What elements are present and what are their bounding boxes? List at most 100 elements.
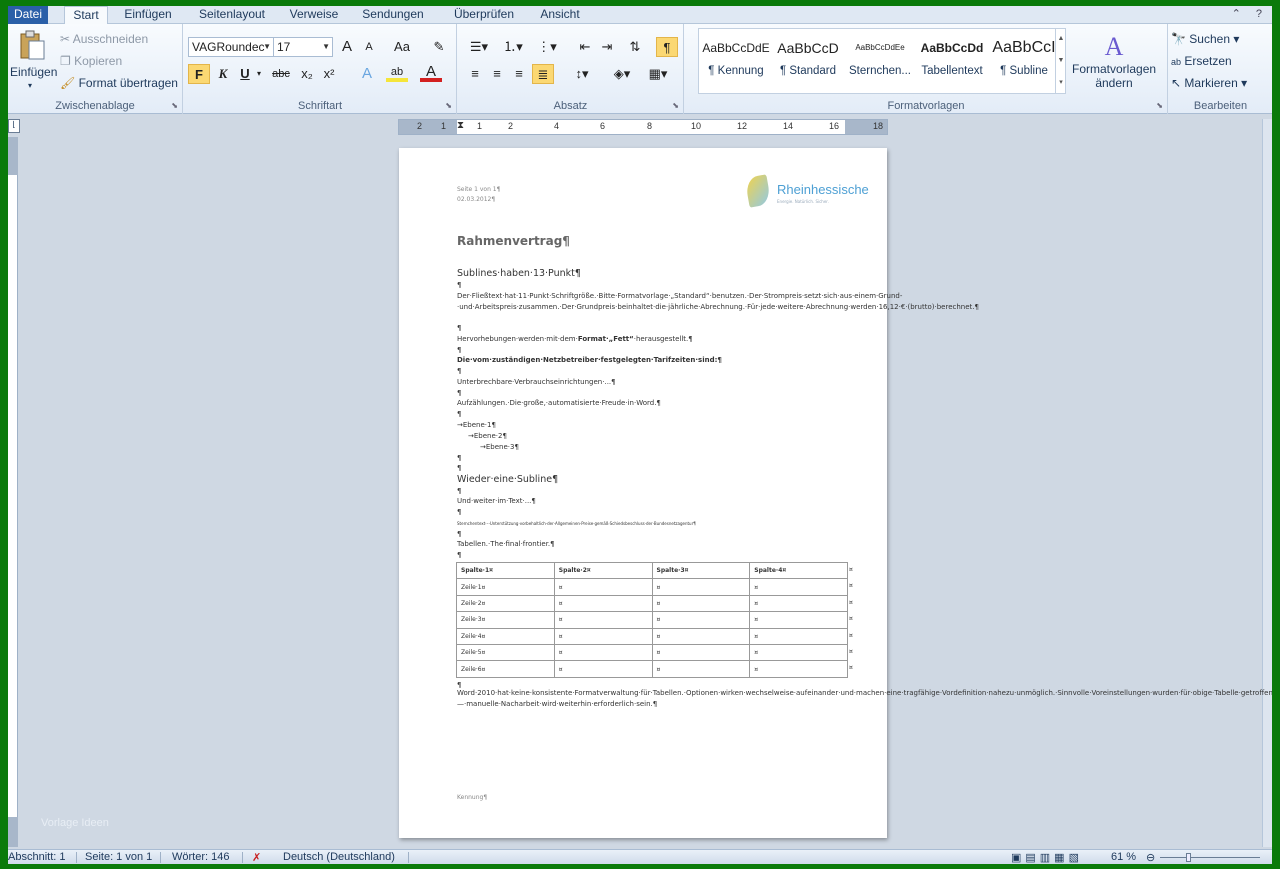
underline-button[interactable]: U	[234, 64, 256, 84]
table-cell[interactable]: ¤	[749, 643, 848, 662]
tab-mailings[interactable]: Sendungen	[358, 6, 428, 24]
style-tabellentext[interactable]: AaBbCcDd Tabellentext	[916, 31, 988, 91]
table-cell[interactable]: ¤	[651, 627, 751, 645]
vertical-scrollbar[interactable]	[1262, 119, 1272, 847]
style-sternchen[interactable]: AaBbCcDdEe Sternchen...	[844, 31, 916, 91]
table-cell[interactable]: ¤	[749, 627, 848, 645]
table-cell[interactable]: ¤	[651, 578, 751, 596]
table-header-cell[interactable]: Spalte·4¤	[749, 561, 848, 580]
styles-scroll[interactable]: ▲ ▼ ▾	[1055, 28, 1066, 94]
table-cell[interactable]: ¤	[651, 611, 751, 629]
style-standard[interactable]: AaBbCcD ¶ Standard	[772, 31, 844, 91]
tab-review[interactable]: Überprüfen	[446, 6, 522, 24]
font-name-combo[interactable]: VAGRoundec ▼	[188, 37, 274, 57]
dialog-launcher-icon[interactable]: ⬊	[171, 101, 178, 110]
table-cell[interactable]: ¤	[553, 627, 653, 645]
chevron-down-icon[interactable]: ▾	[254, 64, 264, 84]
font-size-combo[interactable]: 17 ▼	[273, 37, 333, 57]
proofing-error-icon[interactable]: ✗	[252, 851, 261, 864]
table-cell[interactable]: ¤	[553, 611, 653, 629]
bullets-icon[interactable]: ☰▾	[464, 37, 494, 57]
cut-button[interactable]: ✂ Ausschneiden	[60, 32, 148, 46]
table-cell[interactable]: ¤	[749, 594, 848, 613]
bold-button[interactable]: F	[188, 64, 210, 84]
dialog-launcher-icon[interactable]: ⬊	[672, 101, 679, 110]
clear-formatting-icon[interactable]: ✎	[428, 37, 450, 57]
shrink-font-button[interactable]: A	[358, 37, 380, 57]
numbering-icon[interactable]: ⒈▾	[498, 37, 528, 57]
status-zoom[interactable]: 61 %	[1111, 851, 1136, 863]
decrease-indent-icon[interactable]: ⇤	[574, 37, 596, 57]
table-cell[interactable]: Zeile·3¤	[456, 611, 555, 629]
table-cell[interactable]: ¤	[651, 643, 751, 662]
shading-icon[interactable]: ◈▾	[608, 64, 636, 84]
table-cell[interactable]: ¤	[749, 660, 848, 678]
tab-insert[interactable]: Einfügen	[118, 6, 178, 24]
justify-icon[interactable]: ≣	[532, 64, 554, 84]
text-effects-button[interactable]: A	[356, 64, 378, 84]
table-cell[interactable]: ¤	[553, 578, 653, 596]
table-cell[interactable]: ¤	[749, 611, 848, 629]
table-header-cell[interactable]: Spalte·3¤	[651, 561, 751, 580]
table-cell[interactable]: ¤	[651, 594, 751, 613]
style-kennung[interactable]: AaBbCcDdE ¶ Kennung	[700, 31, 772, 91]
align-right-icon[interactable]: ≡	[508, 64, 530, 84]
italic-button[interactable]: K	[212, 64, 234, 84]
line-spacing-icon[interactable]: ↕▾	[568, 64, 596, 84]
view-buttons-icon[interactable]: ▣▤▥▦▧	[1011, 851, 1083, 864]
document-table[interactable]: Spalte·1¤ Spalte·2¤ Spalte·3¤ Spalte·4¤ …	[456, 561, 848, 678]
superscript-button[interactable]: x²	[318, 64, 340, 84]
zoom-out-icon[interactable]: ⊖	[1146, 851, 1155, 864]
status-section[interactable]: Abschnitt: 1	[8, 851, 65, 863]
tab-file[interactable]: Datei	[8, 6, 48, 24]
style-subline[interactable]: AaBbCcI ¶ Subline	[988, 31, 1060, 91]
highlight-button[interactable]: ab	[386, 64, 408, 82]
strikethrough-button[interactable]: abc	[268, 64, 294, 84]
tab-page-layout[interactable]: Seitenlayout	[192, 6, 272, 24]
multilevel-list-icon[interactable]: ⋮▾	[532, 37, 562, 57]
borders-icon[interactable]: ▦▾	[644, 64, 672, 84]
select-button[interactable]: ↖ Markieren ▾	[1171, 76, 1247, 90]
paste-icon[interactable]	[18, 30, 46, 60]
table-header-cell[interactable]: Spalte·1¤	[456, 561, 555, 580]
subscript-button[interactable]: x₂	[296, 64, 318, 84]
table-cell[interactable]: ¤	[553, 594, 653, 613]
change-styles-button[interactable]: A Formatvorlagen ändern	[1072, 32, 1156, 90]
show-formatting-button[interactable]: ¶	[656, 37, 678, 57]
sort-icon[interactable]: ⇅	[624, 37, 646, 57]
replace-button[interactable]: ab Ersetzen	[1171, 54, 1232, 68]
increase-indent-icon[interactable]: ⇥	[596, 37, 618, 57]
align-center-icon[interactable]: ≡	[486, 64, 508, 84]
indent-marker-icon[interactable]: ⧗	[457, 120, 464, 131]
table-cell[interactable]: Zeile·4¤	[456, 627, 555, 645]
grow-font-button[interactable]: A	[336, 37, 358, 57]
status-words[interactable]: Wörter: 146	[172, 851, 229, 863]
table-cell[interactable]: Zeile·6¤	[456, 660, 555, 678]
find-button[interactable]: 🔭 Suchen ▾	[1171, 32, 1239, 46]
copy-button[interactable]: ❐ Kopieren	[60, 54, 122, 68]
tab-references[interactable]: Verweise	[284, 6, 344, 24]
table-cell[interactable]: ¤	[553, 643, 653, 662]
dialog-launcher-icon[interactable]: ⬊	[1156, 101, 1163, 110]
format-painter-button[interactable]: 🖌 Format übertragen	[60, 76, 178, 90]
table-cell[interactable]: ¤	[553, 660, 653, 678]
ribbon-minimize-icon[interactable]: ⌃ ?	[1232, 7, 1268, 20]
horizontal-ruler[interactable]: 2 1 ⧗ 1 2 4 6 8 10 12 14 16 18	[398, 119, 888, 135]
zoom-slider[interactable]	[1160, 857, 1260, 858]
status-language[interactable]: Deutsch (Deutschland)	[283, 851, 395, 863]
paste-dropdown-icon[interactable]: ▾	[28, 81, 32, 90]
vertical-ruler[interactable]	[8, 137, 18, 847]
align-left-icon[interactable]: ≡	[464, 64, 486, 84]
change-case-button[interactable]: Aa	[388, 37, 416, 57]
font-color-button[interactable]: A	[420, 64, 442, 82]
tab-selector-button[interactable]: ⌊	[8, 119, 20, 133]
tab-start[interactable]: Start	[64, 6, 108, 25]
status-page[interactable]: Seite: 1 von 1	[85, 851, 152, 863]
dialog-launcher-icon[interactable]: ⬊	[445, 101, 452, 110]
table-header-cell[interactable]: Spalte·2¤	[553, 561, 653, 580]
table-cell[interactable]: Zeile·2¤	[456, 594, 555, 613]
table-cell[interactable]: ¤	[651, 660, 751, 678]
document-page[interactable]: Seite 1 von 1¶ 02.03.2012¶ Rheinhessisch…	[399, 148, 1272, 838]
table-cell[interactable]: Zeile·5¤	[456, 643, 555, 662]
table-cell[interactable]: Zeile·1¤	[456, 578, 555, 596]
